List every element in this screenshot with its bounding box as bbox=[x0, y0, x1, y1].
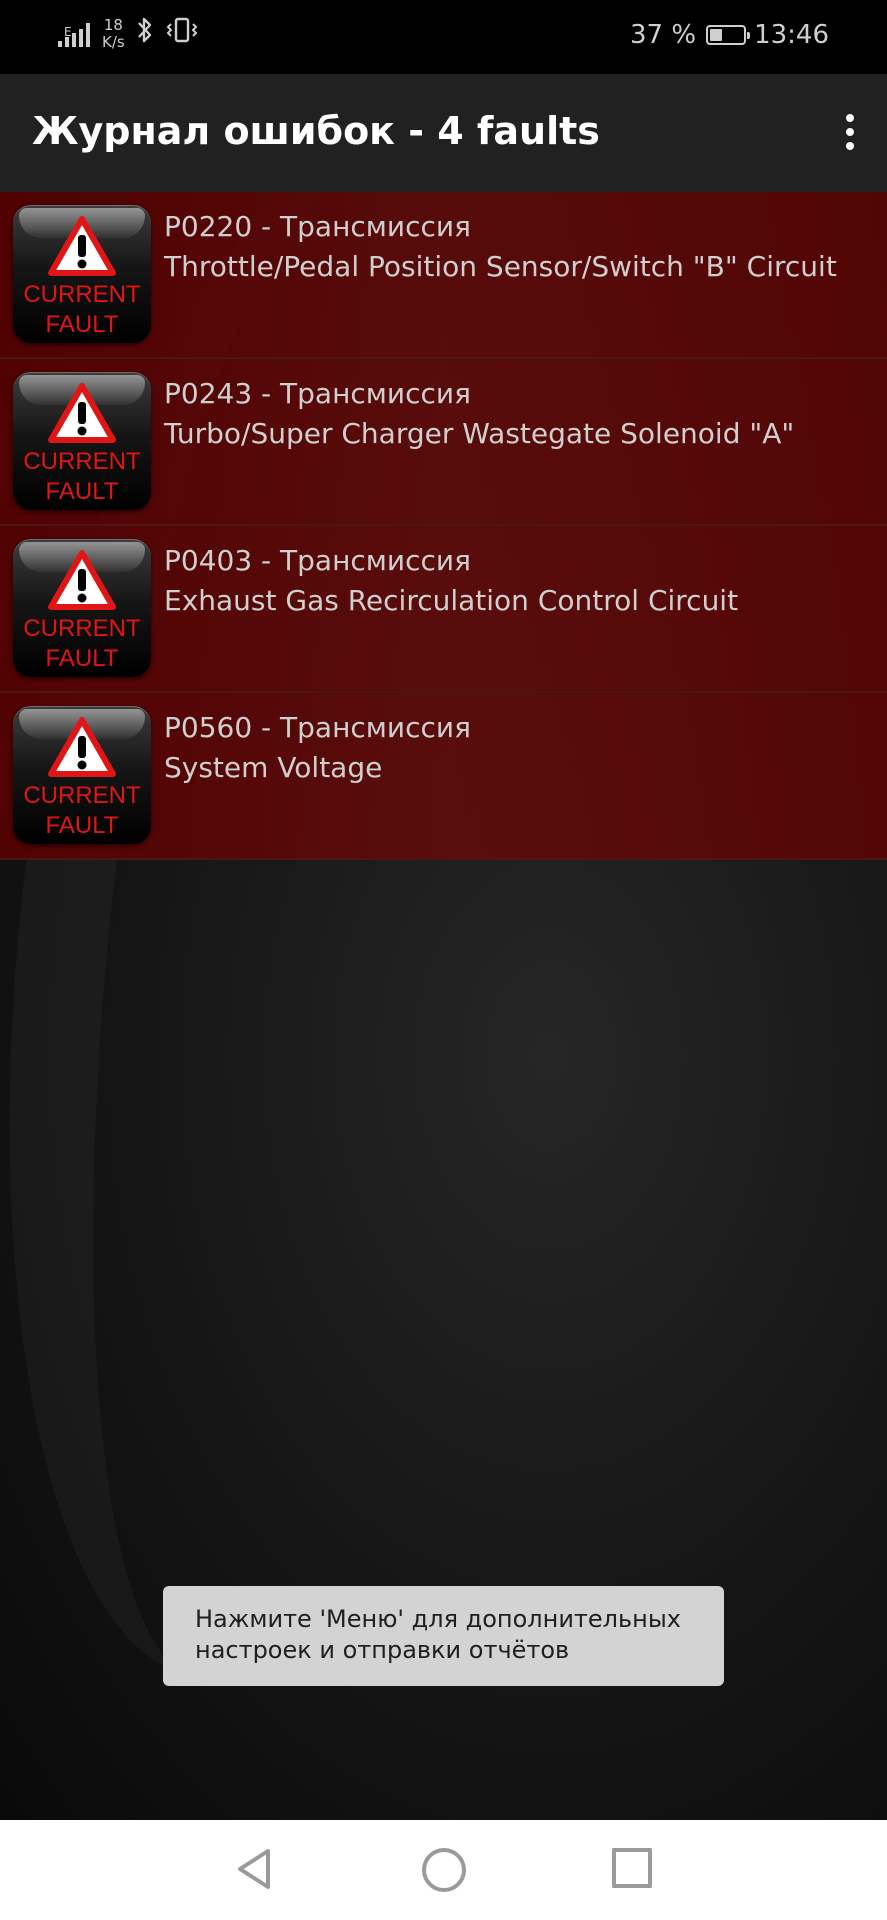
network-speed-unit: K/s bbox=[102, 32, 125, 51]
badge-line-2: FAULT bbox=[45, 311, 119, 338]
fault-code: P0243 - Трансмиссия bbox=[164, 377, 471, 410]
fault-description: Throttle/Pedal Position Sensor/Switch "B… bbox=[164, 250, 837, 283]
current-fault-badge: CURRENT FAULT bbox=[13, 205, 151, 343]
fault-list-item[interactable]: CURRENT FAULT P0403 - Трансмиссия Exhaus… bbox=[0, 526, 887, 693]
warning-triangle-icon bbox=[48, 717, 116, 777]
status-left: E 18 K/s bbox=[58, 16, 199, 51]
current-fault-badge: CURRENT FAULT bbox=[13, 372, 151, 510]
fault-code: P0220 - Трансмиссия bbox=[164, 210, 471, 243]
cellular-signal-icon: E bbox=[58, 21, 90, 47]
warning-triangle-icon bbox=[48, 383, 116, 443]
screen: E 18 K/s 37 % 13:46 Журнал ошибок - 4 fa… bbox=[0, 0, 887, 1920]
badge-line-1: CURRENT bbox=[23, 448, 141, 475]
recent-apps-square-icon[interactable] bbox=[612, 1848, 652, 1888]
clock: 13:46 bbox=[754, 20, 829, 50]
fault-code: P0403 - Трансмиссия bbox=[164, 544, 471, 577]
app-bar: Журнал ошибок - 4 faults bbox=[0, 74, 887, 192]
fault-description: System Voltage bbox=[164, 751, 383, 784]
toast-message: Нажмите 'Меню' для дополнительных настро… bbox=[163, 1586, 724, 1686]
fault-code: P0560 - Трансмиссия bbox=[164, 711, 471, 744]
status-bar: E 18 K/s 37 % 13:46 bbox=[0, 0, 887, 74]
fault-list-item[interactable]: CURRENT FAULT P0243 - Трансмиссия Turbo/… bbox=[0, 359, 887, 526]
network-speed: 18 K/s bbox=[102, 15, 125, 51]
fault-description: Turbo/Super Charger Wastegate Solenoid "… bbox=[164, 417, 795, 450]
current-fault-badge: CURRENT FAULT bbox=[13, 706, 151, 844]
page-title: Журнал ошибок - 4 faults bbox=[32, 109, 600, 153]
fault-description: Exhaust Gas Recirculation Control Circui… bbox=[164, 584, 739, 617]
battery-percent: 37 % bbox=[630, 20, 697, 50]
badge-line-2: FAULT bbox=[45, 478, 119, 505]
fault-list: CURRENT FAULT P0220 - Трансмиссия Thrott… bbox=[0, 192, 887, 860]
badge-line-1: CURRENT bbox=[23, 782, 141, 809]
warning-triangle-icon bbox=[48, 216, 116, 276]
badge-line-2: FAULT bbox=[45, 812, 119, 839]
vibrate-icon bbox=[165, 16, 199, 51]
battery-fill bbox=[710, 29, 722, 41]
bluetooth-icon bbox=[135, 16, 155, 51]
battery-icon bbox=[706, 25, 751, 45]
status-right: 37 % 13:46 bbox=[630, 20, 829, 50]
toast-line-1: Нажмите 'Меню' для дополнительных bbox=[195, 1605, 681, 1633]
toast-line-2: настроек и отправки отчётов bbox=[195, 1636, 570, 1664]
network-speed-value: 18 bbox=[103, 15, 123, 34]
badge-line-1: CURRENT bbox=[23, 615, 141, 642]
network-type-label: E bbox=[64, 24, 72, 39]
more-vert-icon[interactable] bbox=[835, 114, 865, 154]
navigation-bar bbox=[0, 1820, 887, 1920]
current-fault-badge: CURRENT FAULT bbox=[13, 539, 151, 677]
warning-triangle-icon bbox=[48, 550, 116, 610]
badge-line-2: FAULT bbox=[45, 645, 119, 672]
back-triangle-icon[interactable] bbox=[232, 1846, 276, 1892]
fault-list-item[interactable]: CURRENT FAULT P0220 - Трансмиссия Thrott… bbox=[0, 192, 887, 359]
fault-list-item[interactable]: CURRENT FAULT P0560 - Трансмиссия System… bbox=[0, 693, 887, 860]
badge-line-1: CURRENT bbox=[23, 281, 141, 308]
home-circle-icon[interactable] bbox=[422, 1848, 466, 1892]
